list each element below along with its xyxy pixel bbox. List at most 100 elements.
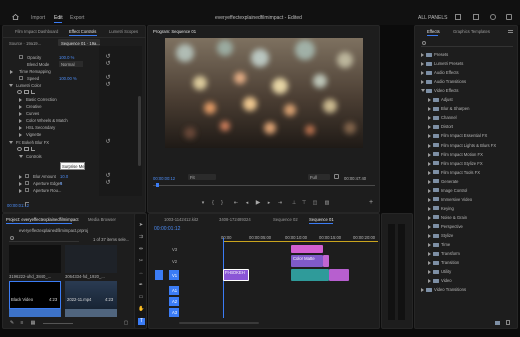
effects-item[interactable]: Audio Effects (434, 70, 459, 75)
pen-tool-icon[interactable]: ✒ (138, 282, 144, 288)
effects-item[interactable]: Time (441, 242, 450, 247)
program-monitor-title[interactable]: Program: Sequence 01 (153, 29, 196, 34)
tab-project[interactable]: Project: everyeffectexplainedfilmimpact (6, 217, 79, 222)
quick-export-icon[interactable] (455, 14, 461, 20)
effects-item[interactable]: Lumetri Presets (434, 61, 463, 66)
mask-pen-icon[interactable] (31, 147, 35, 151)
expand-icon[interactable] (428, 107, 431, 112)
effects-item[interactable]: Image Control (441, 188, 467, 193)
expand-icon[interactable] (19, 189, 22, 193)
timeline-scrollbar[interactable] (179, 322, 259, 324)
effects-item[interactable]: Adjust (441, 97, 453, 102)
effects-item[interactable]: Blur & Sharpen (441, 106, 469, 111)
effects-item[interactable]: Perspective (441, 224, 463, 229)
expand-icon[interactable] (428, 243, 431, 248)
effects-item[interactable]: Generate (441, 179, 458, 184)
type-tool-icon[interactable]: T (138, 318, 145, 325)
expand-time-remapping-icon[interactable] (10, 70, 13, 74)
expand-icon[interactable] (428, 98, 431, 103)
mask-rect-icon[interactable] (24, 90, 29, 94)
tab-lumetri-scopes[interactable]: Lumetri Scopes (109, 29, 138, 34)
tab-effect-controls[interactable]: Effect Controls (69, 29, 96, 34)
reset-icon[interactable]: ↺ (105, 173, 111, 179)
comparison-view-icon[interactable]: ▥ (324, 200, 330, 206)
program-timecode[interactable]: 00:00:00:12 (153, 176, 175, 181)
expand-icon[interactable] (19, 119, 22, 123)
reset-icon[interactable]: ↺ (105, 61, 111, 67)
in-point-icon[interactable]: { (210, 200, 216, 206)
go-to-out-icon[interactable]: ⇥ (277, 200, 283, 206)
expand-icon[interactable] (428, 270, 431, 275)
hand-tool-icon[interactable]: ✋ (138, 306, 144, 312)
expand-icon[interactable] (428, 197, 431, 202)
pencil-icon[interactable]: ✎ (9, 320, 15, 326)
expand-icon[interactable] (428, 224, 431, 229)
extract-icon[interactable]: ⊤ (301, 200, 307, 206)
aperture-roundness-keyframe-toggle[interactable] (25, 188, 29, 192)
expand-icon[interactable] (19, 112, 22, 116)
icon-view-icon[interactable]: ▦ (30, 320, 36, 326)
playhead-marker[interactable] (156, 183, 159, 187)
effects-item[interactable]: Transform (441, 251, 460, 256)
timeline-clip[interactable] (291, 245, 323, 253)
menu-export[interactable]: Export (70, 15, 84, 21)
filter-icon[interactable] (25, 202, 29, 206)
effects-item[interactable]: Presets (434, 52, 448, 57)
collapse-lumetri-icon[interactable] (9, 84, 13, 87)
expand-icon[interactable] (428, 215, 431, 220)
reset-icon[interactable]: ↺ (105, 139, 111, 145)
program-scrubber[interactable] (153, 185, 375, 186)
source-patch-v1[interactable] (155, 270, 163, 280)
media-thumbnail[interactable] (65, 309, 117, 317)
menu-edit[interactable]: Edit (54, 15, 63, 21)
lift-icon[interactable]: ⊥ (291, 200, 297, 206)
timeline-tab[interactable]: 3408-172489324 (219, 217, 251, 222)
timeline-clip[interactable] (329, 269, 349, 281)
opacity-value[interactable]: 100.0 % (59, 55, 74, 60)
expand-icon[interactable] (421, 53, 424, 57)
expand-icon[interactable] (428, 188, 431, 193)
expand-icon[interactable] (428, 279, 431, 284)
play-icon[interactable]: ▶ (255, 200, 261, 206)
new-bin-icon[interactable] (495, 321, 500, 325)
speed-keyframe-toggle[interactable] (19, 76, 23, 80)
collapse-bokeh-icon[interactable] (9, 141, 13, 144)
expand-icon[interactable] (428, 179, 431, 184)
home-icon[interactable] (12, 13, 19, 20)
effects-item[interactable]: Distort (441, 124, 453, 129)
mask-rect-icon[interactable] (24, 147, 29, 151)
effects-item[interactable]: Film Impact Essential FX (441, 133, 487, 138)
export-frame-icon[interactable]: ◫ (312, 200, 318, 206)
blur-amount-keyframe-toggle[interactable] (25, 174, 29, 178)
effects-item[interactable]: Video (441, 278, 452, 283)
list-view-icon[interactable]: ≡ (19, 320, 25, 326)
media-thumbnail[interactable] (9, 309, 61, 317)
effects-item[interactable]: Video Transitions (434, 287, 466, 292)
timeline-clip[interactable] (291, 269, 329, 281)
source-label[interactable]: Source · 19a19... (9, 41, 41, 46)
tab-media-browser[interactable]: Media Browser (88, 217, 116, 222)
add-button-icon[interactable]: + (368, 199, 374, 206)
project-search-input[interactable] (9, 235, 79, 242)
out-point-icon[interactable]: } (219, 200, 225, 206)
reset-icon[interactable]: ↺ (105, 180, 111, 186)
selection-tool-icon[interactable]: ➤ (138, 222, 144, 228)
rectangle-tool-icon[interactable]: ▭ (138, 294, 144, 300)
timeline-clip[interactable] (323, 255, 329, 267)
collapse-controls-icon[interactable] (19, 155, 23, 158)
tab-effects[interactable]: Effects (427, 29, 440, 34)
media-thumbnail[interactable] (65, 245, 117, 273)
expand-icon[interactable] (428, 252, 431, 257)
step-back-icon[interactable]: ◂ (244, 200, 250, 206)
scrollbar-thumb[interactable] (138, 96, 141, 166)
new-item-icon[interactable]: ▢ (123, 320, 129, 326)
effects-item[interactable]: Film Impact Tools FX (441, 170, 480, 175)
expand-icon[interactable] (19, 98, 22, 102)
effects-item[interactable]: Immersive Video (441, 197, 472, 202)
mask-ellipse-icon[interactable] (17, 147, 22, 151)
aperture-edges-value[interactable]: 5 (60, 181, 62, 186)
fullscreen-icon[interactable] (473, 14, 479, 20)
effects-item[interactable]: Channel (441, 115, 457, 120)
effects-search-input[interactable] (421, 40, 513, 47)
timeline-timecode[interactable]: 00:00:01:12 (154, 226, 180, 232)
